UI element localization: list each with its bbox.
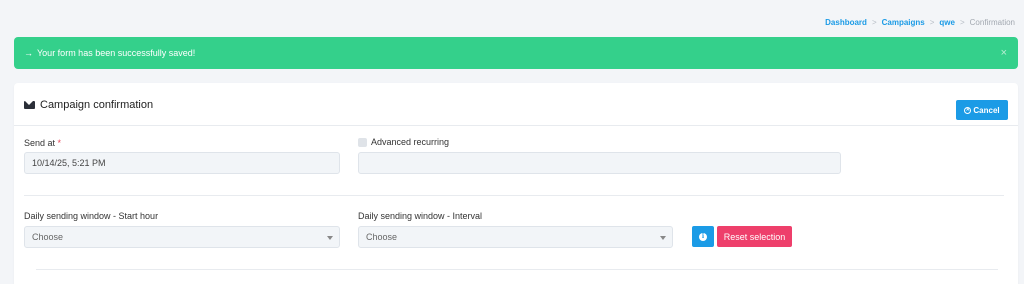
caret-down-icon xyxy=(660,236,666,240)
required-mark: * xyxy=(57,138,62,148)
breadcrumb-separator: > xyxy=(929,18,935,27)
cancel-button-label: Cancel xyxy=(973,105,1000,115)
advanced-recurring-checkbox[interactable] xyxy=(358,137,367,147)
advanced-recurring-group: Advanced recurring xyxy=(358,137,449,147)
interval-select[interactable]: Choose xyxy=(358,226,673,248)
card-title-text: Campaign confirmation xyxy=(40,99,154,111)
start-hour-select-value: Choose xyxy=(32,232,64,242)
breadcrumb-qwe[interactable]: qwe xyxy=(939,18,955,27)
breadcrumb-campaigns[interactable]: Campaigns xyxy=(882,18,925,27)
send-at-label-text: Send at xyxy=(24,138,56,148)
breadcrumb-dashboard[interactable]: Dashboard xyxy=(825,18,867,27)
breadcrumb: Dashboard > Campaigns > qwe > Confirmati… xyxy=(825,18,1015,27)
info-button[interactable]: i xyxy=(692,226,714,247)
cancel-button[interactable]: ✕ Cancel xyxy=(956,100,1008,120)
caret-down-icon xyxy=(327,236,333,240)
campaign-confirmation-card: Campaign confirmation ✕ Cancel Send at *… xyxy=(14,83,1018,284)
success-alert: → Your form has been successfully saved!… xyxy=(14,37,1018,69)
interval-select-value: Choose xyxy=(366,232,398,242)
breadcrumb-current: Confirmation xyxy=(969,18,1015,27)
reset-selection-button[interactable]: Reset selection xyxy=(717,226,792,247)
send-at-input[interactable]: 10/14/25, 5:21 PM xyxy=(24,152,340,174)
card-header: Campaign confirmation ✕ Cancel xyxy=(14,83,1018,126)
advanced-recurring-label: Advanced recurring xyxy=(371,137,450,147)
arrow-right-icon: → xyxy=(24,48,33,58)
send-at-label: Send at * xyxy=(24,138,61,148)
alert-message: Your form has been successfully saved! xyxy=(37,48,196,58)
interval-label: Daily sending window - Interval xyxy=(358,211,483,221)
breadcrumb-separator: > xyxy=(959,18,965,27)
advanced-recurring-input[interactable] xyxy=(358,152,841,174)
start-hour-select[interactable]: Choose xyxy=(24,226,340,248)
card-title: Campaign confirmation xyxy=(24,99,153,111)
start-hour-label: Daily sending window - Start hour xyxy=(24,211,159,221)
envelope-icon xyxy=(24,101,35,109)
divider xyxy=(24,195,1004,196)
divider xyxy=(36,269,998,270)
times-circle-icon: ✕ xyxy=(964,106,972,114)
close-icon[interactable]: × xyxy=(1001,47,1007,59)
info-icon: i xyxy=(699,232,707,241)
breadcrumb-separator: > xyxy=(871,18,877,27)
